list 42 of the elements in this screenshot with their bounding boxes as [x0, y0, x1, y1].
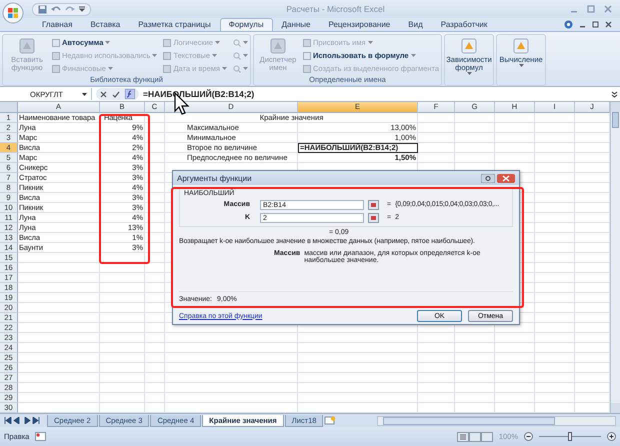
- ribbon-tab[interactable]: Вставка: [81, 18, 130, 31]
- close-icon[interactable]: [497, 174, 515, 182]
- ribbon-tab[interactable]: Формулы: [220, 18, 273, 31]
- ribbon-tab[interactable]: Главная: [33, 18, 82, 31]
- cancel-icon[interactable]: [100, 90, 107, 98]
- help-icon[interactable]: [481, 174, 495, 182]
- ribbon-tab[interactable]: Разработчик: [432, 18, 496, 31]
- magnifier-icon: [232, 52, 241, 60]
- check-icon[interactable]: [112, 90, 120, 98]
- close-icon[interactable]: [605, 21, 612, 28]
- magnifier-icon: [232, 64, 241, 72]
- command-icon: [460, 37, 478, 55]
- zoom-in-icon[interactable]: [607, 432, 616, 441]
- office-button[interactable]: [2, 2, 24, 24]
- expand-icon[interactable]: [611, 90, 618, 98]
- ribbon-tab[interactable]: Рецензирование: [319, 18, 400, 31]
- customize-caret-icon[interactable]: [79, 6, 85, 12]
- view-buttons-icon[interactable]: [456, 432, 493, 442]
- ribbon-tab[interactable]: Разметка страницы: [129, 18, 220, 31]
- ribbon-tab[interactable]: Данные: [272, 18, 320, 31]
- command-icon: [512, 37, 530, 55]
- vertical-scrollbar[interactable]: [610, 102, 620, 413]
- function-icon[interactable]: [125, 89, 135, 99]
- undo-icon[interactable]: [51, 4, 61, 14]
- collapse-dialog-icon[interactable]: [368, 212, 379, 222]
- command-icon: [18, 37, 36, 55]
- maximize-icon[interactable]: [587, 5, 595, 13]
- save-icon[interactable]: [38, 4, 47, 14]
- macro-record-icon[interactable]: [35, 432, 46, 441]
- sheet-navigation-icon[interactable]: [4, 417, 40, 424]
- collapse-dialog-icon[interactable]: [368, 200, 379, 210]
- dialog-title: Аргументы функции: [177, 174, 252, 182]
- horizontal-scrollbar[interactable]: [377, 416, 616, 426]
- ribbon-tab[interactable]: Вид: [399, 18, 432, 31]
- caret-icon: [82, 92, 87, 96]
- help-icon[interactable]: [564, 20, 573, 29]
- command-icon: [268, 37, 287, 55]
- window-title: Расчеты - Microsoft Excel: [285, 4, 386, 14]
- zoom-out-icon[interactable]: [524, 432, 533, 441]
- new-sheet-icon[interactable]: [324, 416, 336, 425]
- magnifier-icon: [232, 38, 241, 46]
- restore-icon[interactable]: [592, 21, 599, 28]
